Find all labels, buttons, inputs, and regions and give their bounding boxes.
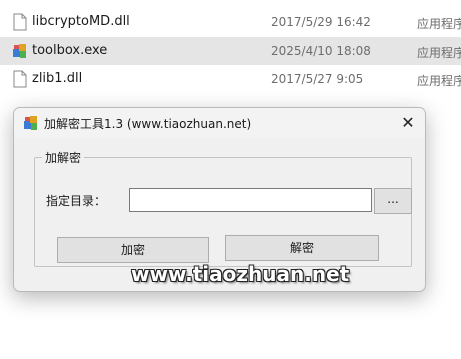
close-icon[interactable]: ✕ [393, 110, 423, 136]
encrypt-button[interactable]: 加密 [57, 237, 209, 263]
exe-app-icon [12, 42, 28, 60]
file-type: 应用程序 [417, 74, 461, 88]
file-name: zlib1.dll [32, 71, 83, 86]
groupbox-label: 加解密 [42, 149, 85, 166]
file-row-toolbox[interactable]: toolbox.exe 2025/4/10 18:08 应用程序 [0, 37, 461, 65]
watermark: www.tiaozhuan.net [131, 262, 350, 286]
file-row-libcryptomd[interactable]: libcryptoMD.dll 2017/5/29 16:42 应用程序 [0, 8, 461, 36]
decrypt-button[interactable]: 解密 [225, 235, 379, 261]
file-date: 2025/4/10 18:08 [271, 44, 371, 58]
directory-label: 指定目录： [46, 194, 107, 208]
file-row-zlib1[interactable]: zlib1.dll 2017/5/27 9:05 应用程序 [0, 65, 461, 93]
dialog-title: 加解密工具1.3 (www.tiaozhuan.net) [44, 117, 252, 131]
directory-input[interactable] [129, 188, 372, 212]
file-date: 2017/5/27 9:05 [271, 72, 364, 86]
dialog-titlebar[interactable]: 加解密工具1.3 (www.tiaozhuan.net) ✕ [14, 108, 425, 138]
file-name: libcryptoMD.dll [32, 14, 130, 29]
file-type: 应用程序 [417, 17, 461, 31]
file-name: toolbox.exe [32, 43, 108, 58]
file-date: 2017/5/29 16:42 [271, 15, 371, 29]
app-icon [23, 115, 39, 131]
browse-button[interactable]: ... [374, 188, 412, 214]
dll-file-icon [12, 70, 28, 88]
dll-file-icon [12, 13, 28, 31]
file-type: 应用程序 [417, 46, 461, 60]
